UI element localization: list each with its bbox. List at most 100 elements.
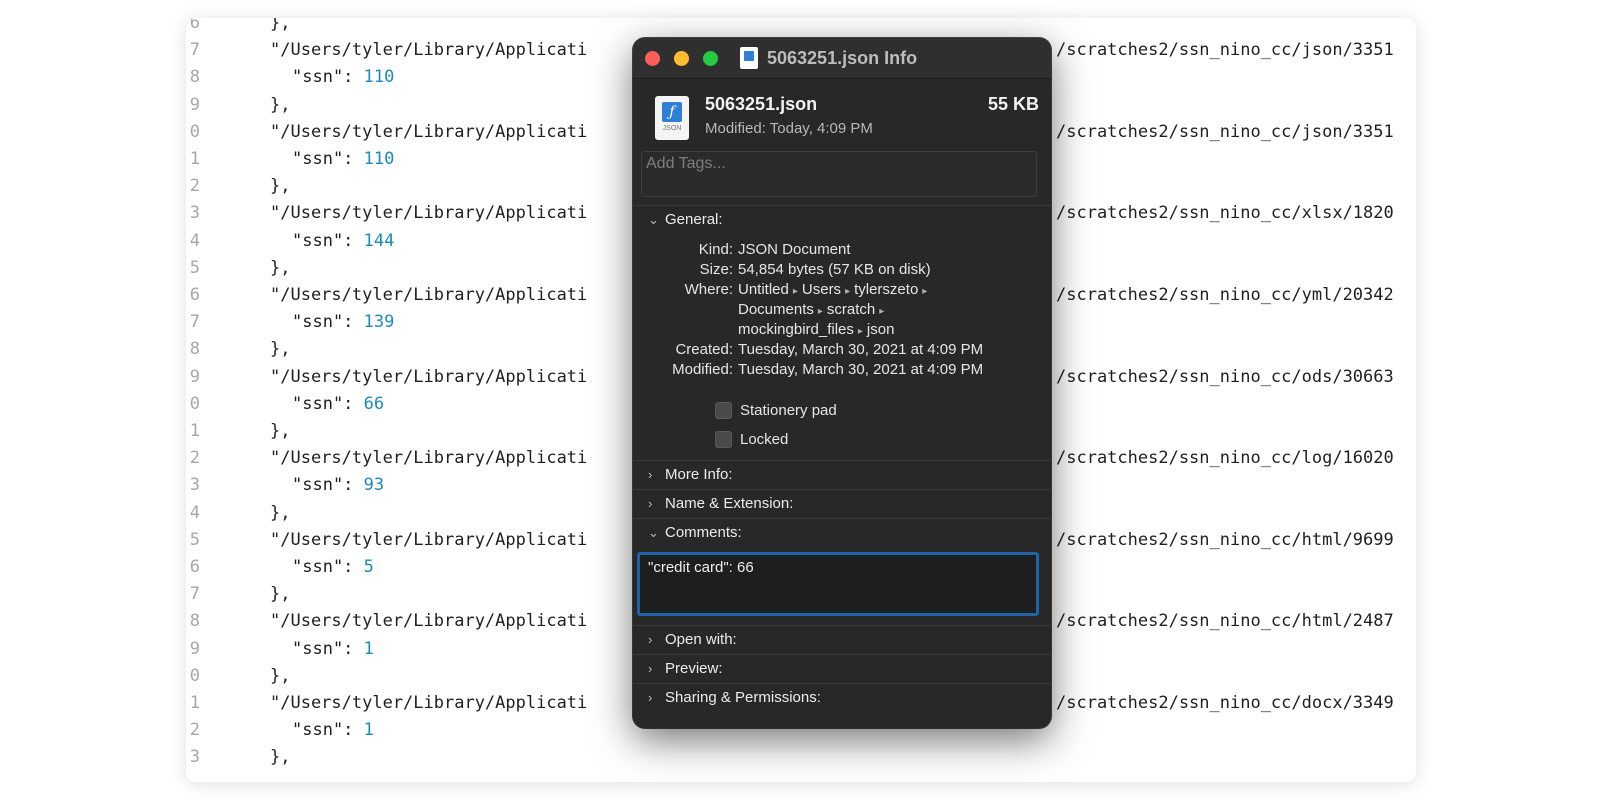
line-number: 3 xyxy=(189,203,200,224)
size-label: Size: xyxy=(699,261,733,278)
where-label: Where: xyxy=(684,281,733,298)
general-section-header[interactable]: ⌄ General: xyxy=(633,205,1051,234)
line-number: 7 xyxy=(189,40,200,61)
code-text: "ssn": 5 xyxy=(292,554,374,581)
json-key: "ssn": xyxy=(292,557,364,577)
line-number: 4 xyxy=(189,230,200,251)
code-text: }, xyxy=(270,502,291,523)
stationery-pad-label: Stationery pad xyxy=(740,401,837,419)
code-path-tail: /scratches2/ssn_nino_cc/json/3351 xyxy=(1056,40,1394,61)
json-key: "ssn": xyxy=(292,720,364,741)
json-number: 110 xyxy=(363,149,395,169)
code-text: }, xyxy=(270,18,291,33)
code-path-tail: /scratches2/ssn_nino_cc/html/9699 xyxy=(1056,529,1394,550)
checkbox-box[interactable] xyxy=(715,430,732,448)
locked-checkbox[interactable]: Locked xyxy=(715,429,788,449)
where-row-2: Documents ▸ scratch ▸ xyxy=(633,300,1051,320)
code-text: "ssn": 93 xyxy=(292,472,384,499)
line-number: 6 xyxy=(189,18,200,33)
line-number: 1 xyxy=(189,421,200,441)
line-number: 2 xyxy=(189,176,200,197)
file-name: 5063251.json xyxy=(705,94,818,114)
more-info-section-header[interactable]: › More Info: xyxy=(633,460,1051,489)
json-key: "ssn": xyxy=(292,67,364,88)
stationery-pad-checkbox[interactable]: Stationery pad xyxy=(715,400,837,420)
comments-title: Comments: xyxy=(665,524,742,541)
line-number: 5 xyxy=(189,529,200,550)
code-text: "/Users/tyler/Library/Applicati xyxy=(270,529,588,550)
json-file-icon: ƒ JSON xyxy=(655,96,689,140)
code-text: }, xyxy=(270,339,291,360)
code-text: "/Users/tyler/Library/Applicati xyxy=(270,203,588,224)
code-text: "ssn": 1 xyxy=(292,717,374,744)
chevron-right-icon: › xyxy=(648,661,653,676)
line-number: 9 xyxy=(189,638,200,659)
code-text: "/Users/tyler/Library/Applicati xyxy=(270,285,588,305)
more-info-title: More Info: xyxy=(665,466,733,483)
line-number: 4 xyxy=(189,502,200,523)
json-number: 93 xyxy=(363,475,385,496)
file-size: 55 KB xyxy=(987,94,1039,114)
line-number: 0 xyxy=(189,121,200,142)
line-number: 9 xyxy=(189,366,200,387)
json-number: 66 xyxy=(363,393,385,414)
json-key: "ssn": xyxy=(292,475,364,496)
where-row: Where: Untitled ▸ Users ▸ tylerszeto ▸ xyxy=(633,280,1051,300)
json-number: 1 xyxy=(363,638,374,659)
minimize-button[interactable] xyxy=(674,51,689,66)
code-text: "ssn": 1 xyxy=(292,636,374,663)
code-text: "/Users/tyler/Library/Applicati xyxy=(270,611,588,632)
modified-label: Modified: xyxy=(705,120,766,137)
window-title: 5063251.json Info xyxy=(767,47,918,68)
created-row: Created: Tuesday, March 30, 2021 at 4:09… xyxy=(633,340,1051,360)
tags-input[interactable]: Add Tags... xyxy=(641,151,1037,197)
zoom-button[interactable] xyxy=(703,51,718,66)
line-number: 5 xyxy=(189,257,200,278)
json-number: 144 xyxy=(363,230,395,251)
open-with-title: Open with: xyxy=(665,631,737,648)
chevron-right-icon: › xyxy=(648,690,653,705)
modified2-value: Tuesday, March 30, 2021 at 4:09 PM xyxy=(738,361,984,378)
chevron-right-icon: › xyxy=(648,632,653,647)
code-text: "/Users/tyler/Library/Applicati xyxy=(270,448,588,469)
code-path-tail: /scratches2/ssn_nino_cc/log/16020 xyxy=(1056,448,1394,469)
line-number: 7 xyxy=(189,584,200,605)
code-text: }, xyxy=(270,257,291,278)
name-extension-title: Name & Extension: xyxy=(665,495,794,512)
preview-title: Preview: xyxy=(665,660,723,677)
json-number: 110 xyxy=(363,67,395,88)
size-row: Size: 54,854 bytes (57 KB on disk) xyxy=(633,260,1051,280)
kind-row: Kind: JSON Document xyxy=(633,240,1051,260)
line-number: 6 xyxy=(189,285,200,305)
line-number: 9 xyxy=(189,94,200,115)
line-number: 3 xyxy=(189,475,200,496)
code-text: }, xyxy=(270,421,291,441)
code-line: 6}, xyxy=(186,18,1416,37)
modified-summary: Modified: Today, 4:09 PM xyxy=(705,120,873,137)
code-text: "/Users/tyler/Library/Applicati xyxy=(270,40,588,61)
line-number: 3 xyxy=(189,747,200,768)
code-path-tail: /scratches2/ssn_nino_cc/html/2487 xyxy=(1056,611,1394,632)
code-text: "ssn": 139 xyxy=(292,309,394,336)
json-key: "ssn": xyxy=(292,638,364,659)
sharing-permissions-section-header[interactable]: › Sharing & Permissions: xyxy=(633,683,1051,712)
kind-label: Kind: xyxy=(698,241,733,258)
json-key: "ssn": xyxy=(292,149,364,169)
kind-value: JSON Document xyxy=(738,241,851,258)
code-text: "ssn": 66 xyxy=(292,391,384,418)
name-extension-section-header[interactable]: › Name & Extension: xyxy=(633,489,1051,518)
code-text: "ssn": 144 xyxy=(292,228,394,255)
size-value: 54,854 bytes (57 KB on disk) xyxy=(738,261,931,278)
where-path-line-2: Documents ▸ scratch ▸ xyxy=(738,301,885,318)
close-button[interactable] xyxy=(645,51,660,66)
chevron-right-icon: › xyxy=(648,467,653,482)
line-number: 8 xyxy=(189,339,200,360)
code-line: 3}, xyxy=(186,744,1416,771)
preview-section-header[interactable]: › Preview: xyxy=(633,654,1051,683)
open-with-section-header[interactable]: › Open with: xyxy=(633,625,1051,654)
checkbox-box[interactable] xyxy=(715,401,732,419)
code-text: }, xyxy=(270,747,291,768)
json-number: 5 xyxy=(363,557,374,577)
comments-textarea[interactable]: "credit card": 66 xyxy=(637,552,1039,616)
comments-section-header[interactable]: ⌄ Comments: xyxy=(633,518,1051,547)
